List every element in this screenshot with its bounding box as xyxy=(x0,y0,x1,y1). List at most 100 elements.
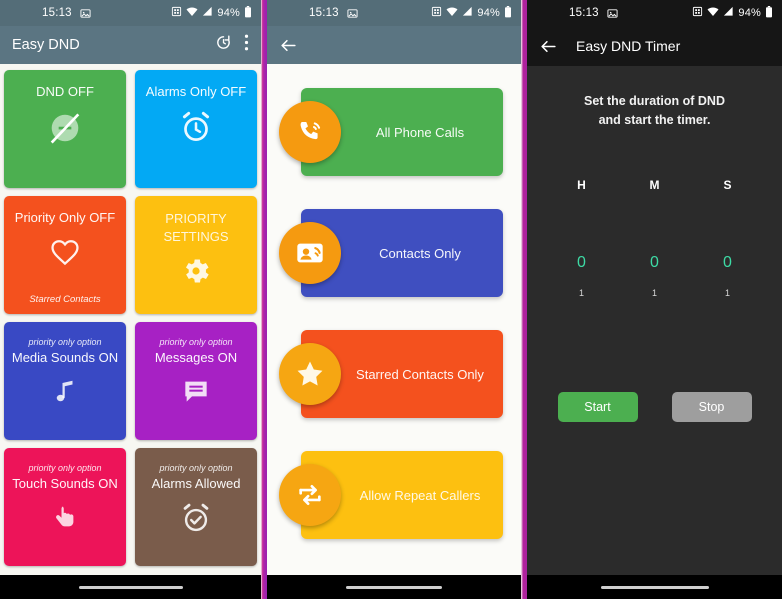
tile-grid: DND OFF Alarms Only OFF Priority Only OF… xyxy=(4,70,257,566)
timer-buttons: Start Stop xyxy=(557,392,752,422)
battery-percent: 94% xyxy=(217,7,240,19)
repeat-icon[interactable] xyxy=(279,464,341,526)
tile-alarms-allowed[interactable]: priority only option Alarms Allowed xyxy=(135,448,257,566)
card-label: Contacts Only xyxy=(379,245,461,261)
back-arrow-icon[interactable] xyxy=(539,37,558,56)
picker-column-seconds[interactable]: S 0 1 xyxy=(709,178,747,298)
picker-value[interactable]: 0 xyxy=(650,254,659,272)
status-time: 15:13 xyxy=(42,7,72,19)
battery-percent: 94% xyxy=(477,7,500,19)
tile-media-sounds[interactable]: priority only option Media Sounds ON xyxy=(4,322,126,440)
tile-label: Alarms Only OFF xyxy=(145,84,247,99)
tile-dnd-off[interactable]: DND OFF xyxy=(4,70,126,188)
home-indicator[interactable] xyxy=(600,585,709,589)
home-indicator[interactable] xyxy=(346,585,442,589)
instruction-line-2: and start the timer. xyxy=(598,113,711,127)
status-right-icons: 94% xyxy=(171,5,252,21)
picker-value[interactable]: 0 xyxy=(577,254,586,272)
heart-icon xyxy=(48,235,82,269)
list-item[interactable]: Starred Contacts Only xyxy=(279,322,509,426)
star-icon[interactable] xyxy=(279,343,341,405)
touch-icon xyxy=(50,501,80,533)
nav-bar-priority xyxy=(267,575,521,599)
back-arrow-icon[interactable] xyxy=(279,36,298,55)
status-time: 15:13 xyxy=(309,7,339,19)
tile-label: Touch Sounds ON xyxy=(12,476,118,491)
timer-restore-icon[interactable] xyxy=(215,34,232,56)
battery-percent: 94% xyxy=(738,7,761,19)
tile-sublabel-top: priority only option xyxy=(159,337,233,347)
duration-picker[interactable]: H 0 1 M 0 1 S 0 1 xyxy=(563,178,747,298)
home-indicator[interactable] xyxy=(78,585,183,589)
music-note-icon xyxy=(50,375,80,407)
alarm-check-icon xyxy=(179,501,213,535)
screenshot-stage: 15:13 94% Easy DND DND OFF Alarms Only O… xyxy=(0,0,782,599)
panel-timer: 15:13 94% Easy DND Timer Set the duratio… xyxy=(527,0,782,599)
card-label: All Phone Calls xyxy=(375,124,465,140)
instruction-line-1: Set the duration of DND xyxy=(584,94,725,108)
tile-label: Alarms Allowed xyxy=(151,476,241,491)
tile-sublabel-top: priority only option xyxy=(28,463,102,473)
signal-icon xyxy=(202,6,213,20)
panel-priority: 15:13 94% All Phone Calls Contacts Only … xyxy=(267,0,521,599)
image-icon xyxy=(347,8,358,19)
sim-icon xyxy=(171,6,182,20)
gear-icon xyxy=(180,255,212,287)
list-item[interactable]: Allow Repeat Callers xyxy=(279,443,509,547)
signal-icon xyxy=(723,6,734,20)
tile-sublabel: Starred Contacts xyxy=(29,294,101,305)
wifi-icon xyxy=(446,6,458,20)
wifi-icon xyxy=(707,6,719,20)
tile-label: Media Sounds ON xyxy=(11,350,119,365)
stop-button[interactable]: Stop xyxy=(671,392,752,422)
status-bar-main: 15:13 94% xyxy=(0,0,261,26)
overflow-menu-icon[interactable] xyxy=(244,34,249,56)
tile-sublabel-top: priority only option xyxy=(159,463,233,473)
picker-header: M xyxy=(649,178,660,192)
alarm-clock-icon xyxy=(178,109,214,145)
tile-label: PRIORITY SETTINGS xyxy=(163,211,229,244)
tile-priority-only[interactable]: Priority Only OFF Starred Contacts xyxy=(4,196,126,314)
message-icon xyxy=(180,375,212,407)
status-time: 15:13 xyxy=(569,7,599,19)
picker-header: H xyxy=(577,178,586,192)
tile-alarms-only[interactable]: Alarms Only OFF xyxy=(135,70,257,188)
nav-bar-main xyxy=(0,575,261,599)
battery-icon xyxy=(244,5,252,21)
page-title: Easy DND xyxy=(12,37,80,53)
page-title: Easy DND Timer xyxy=(576,38,681,54)
tile-label: Messages ON xyxy=(154,350,238,365)
status-right-icons: 94% xyxy=(692,5,773,21)
tile-touch-sounds[interactable]: priority only option Touch Sounds ON xyxy=(4,448,126,566)
picker-next-value[interactable]: 1 xyxy=(725,288,730,298)
list-item[interactable]: All Phone Calls xyxy=(279,80,509,184)
status-bar-priority: 15:13 94% xyxy=(267,0,521,26)
timer-body: Set the duration of DND and start the ti… xyxy=(527,66,782,575)
tile-label: DND OFF xyxy=(36,84,94,99)
image-icon xyxy=(80,8,91,19)
sim-icon xyxy=(431,6,442,20)
tile-messages[interactable]: priority only option Messages ON xyxy=(135,322,257,440)
picker-next-value[interactable]: 1 xyxy=(652,288,657,298)
phone-ring-icon[interactable] xyxy=(279,101,341,163)
picker-value[interactable]: 0 xyxy=(723,254,732,272)
tile-label: Priority Only OFF xyxy=(14,210,116,225)
sim-icon xyxy=(692,6,703,20)
image-icon xyxy=(607,8,618,19)
card-label: Starred Contacts Only xyxy=(356,366,484,382)
picker-header: S xyxy=(723,178,732,192)
picker-next-value[interactable]: 1 xyxy=(579,288,584,298)
tile-priority-settings[interactable]: PRIORITY SETTINGS xyxy=(135,196,257,314)
contact-card-icon[interactable] xyxy=(279,222,341,284)
list-item[interactable]: Contacts Only xyxy=(279,201,509,305)
signal-icon xyxy=(462,6,473,20)
picker-column-hours[interactable]: H 0 1 xyxy=(563,178,601,298)
picker-column-minutes[interactable]: M 0 1 xyxy=(636,178,674,298)
start-button[interactable]: Start xyxy=(557,392,638,422)
card-label: Allow Repeat Callers xyxy=(359,487,481,503)
tile-area: DND OFF Alarms Only OFF Priority Only OF… xyxy=(0,64,261,575)
card-list: All Phone Calls Contacts Only Starred Co… xyxy=(267,64,521,575)
panel-main: 15:13 94% Easy DND DND OFF Alarms Only O… xyxy=(0,0,261,599)
nav-bar-timer xyxy=(527,575,782,599)
battery-icon xyxy=(504,5,512,21)
